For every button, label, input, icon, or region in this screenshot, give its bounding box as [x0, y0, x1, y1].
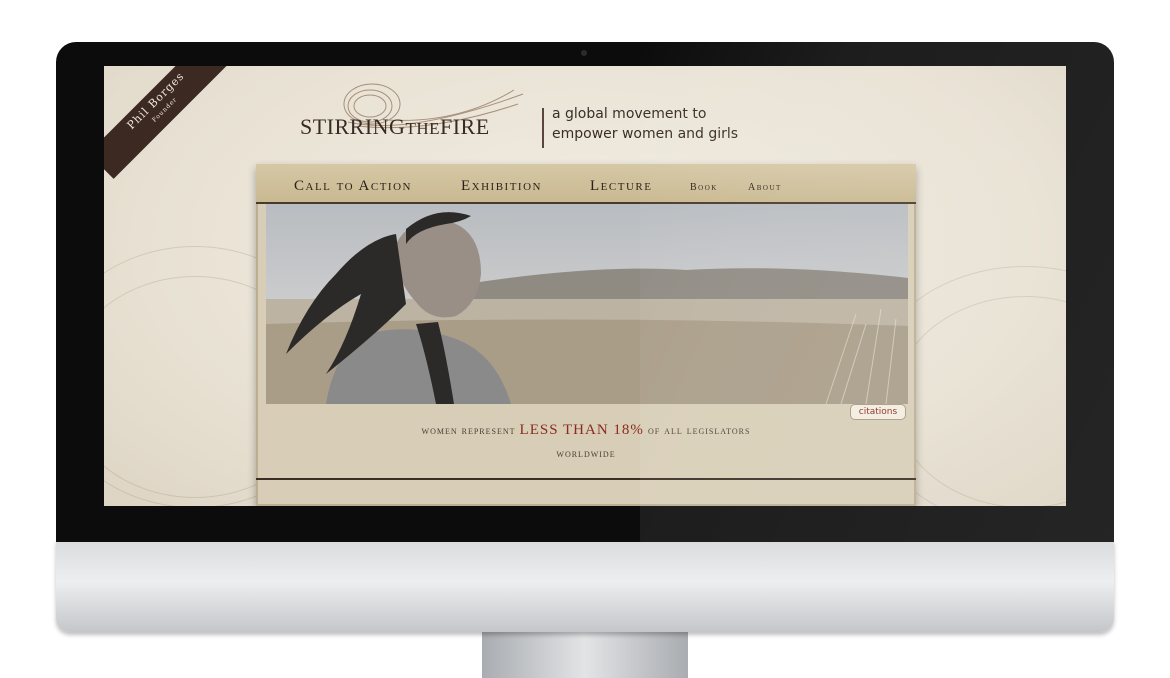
hero-image [266, 204, 908, 404]
statistic-caption: women represent LESS THAN 18% of all leg… [256, 408, 916, 472]
monitor-chin [56, 540, 1114, 632]
founder-ribbon[interactable]: Phil Borges Founder [104, 66, 234, 179]
site-logo[interactable]: StirringtheFire [300, 114, 530, 144]
content-frame: Call to Action Exhibition Lecture Book A… [256, 164, 916, 506]
main-nav: Call to Action Exhibition Lecture Book A… [256, 164, 916, 204]
statistic-line1: women represent LESS THAN 18% of all leg… [256, 422, 916, 439]
statistic-pre: women represent [421, 423, 516, 437]
statistic-line2: worldwide [556, 446, 616, 460]
nav-item-exhibition[interactable]: Exhibition [461, 178, 542, 195]
logo-divider [542, 108, 544, 148]
website-screen: Phil Borges Founder StirringtheFire a gl… [104, 66, 1066, 506]
frame-bottom-rule [256, 478, 916, 480]
monitor-stand [482, 630, 688, 678]
tagline: a global movement to empower women and g… [552, 104, 738, 144]
nav-item-book[interactable]: Book [690, 182, 718, 193]
logo-word-fire: Fire [440, 114, 490, 139]
camera-icon [581, 50, 587, 56]
logo-word-the: the [405, 119, 440, 138]
nav-item-about[interactable]: About [748, 182, 782, 193]
logo-word-stirring: Stirring [300, 114, 406, 139]
nav-item-call-to-action[interactable]: Call to Action [294, 178, 412, 195]
tagline-line1: a global movement to [552, 106, 707, 122]
statistic-highlight: LESS THAN 18% [519, 422, 644, 438]
statistic-post: of all legislators [647, 423, 751, 437]
portrait-photo-icon [266, 204, 908, 404]
tagline-line2: empower women and girls [552, 126, 739, 142]
nav-item-lecture[interactable]: Lecture [590, 178, 652, 195]
